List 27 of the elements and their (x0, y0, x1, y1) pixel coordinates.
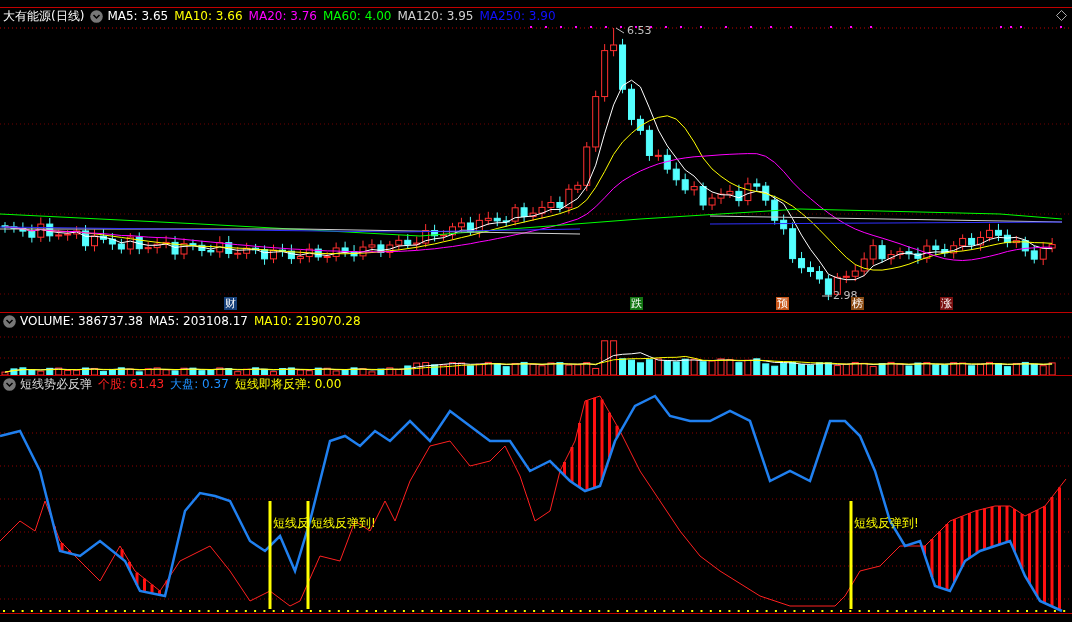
indicator-value: MA10: 3.66 (174, 8, 243, 24)
indicator-value: MA5: 3.65 (107, 8, 169, 24)
chevron-down-icon[interactable] (3, 314, 16, 328)
indicator-value: VOLUME: 386737.38 (20, 313, 143, 329)
price-label: 6.53 (627, 25, 652, 37)
indicator-value: MA250: 3.90 (479, 8, 556, 24)
indicator-value: MA5: 203108.17 (149, 313, 248, 329)
event-tag[interactable]: 跌 (630, 297, 643, 310)
event-tag[interactable]: 财 (224, 297, 237, 310)
chevron-down-icon[interactable] (90, 9, 104, 23)
indicator-value: 个股: 61.43 (98, 376, 165, 392)
indicator-value: 短线即将反弹: 0.00 (234, 376, 342, 392)
signal-label: 短线反弹到! (311, 516, 376, 530)
leader-line (821, 295, 833, 297)
chevron-down-icon[interactable] (3, 377, 16, 391)
indicator-value: MA20: 3.76 (248, 8, 317, 24)
indicator-value: 大盘: 0.37 (170, 376, 229, 392)
event-tag[interactable]: 涨 (940, 297, 953, 310)
indicator-value: MA60: 4.00 (323, 8, 392, 24)
diamond-icon[interactable] (1056, 10, 1067, 21)
event-tag[interactable]: 预 (776, 297, 789, 310)
leader-line (615, 27, 625, 34)
indicator-title: 短线势必反弹 (20, 376, 92, 392)
chart-title: 大有能源(日线) (3, 8, 85, 24)
indicator-value: MA120: 3.95 (397, 8, 474, 24)
signal-label: 短线反 (273, 516, 309, 530)
indicator-value: MA10: 219070.28 (253, 313, 361, 329)
